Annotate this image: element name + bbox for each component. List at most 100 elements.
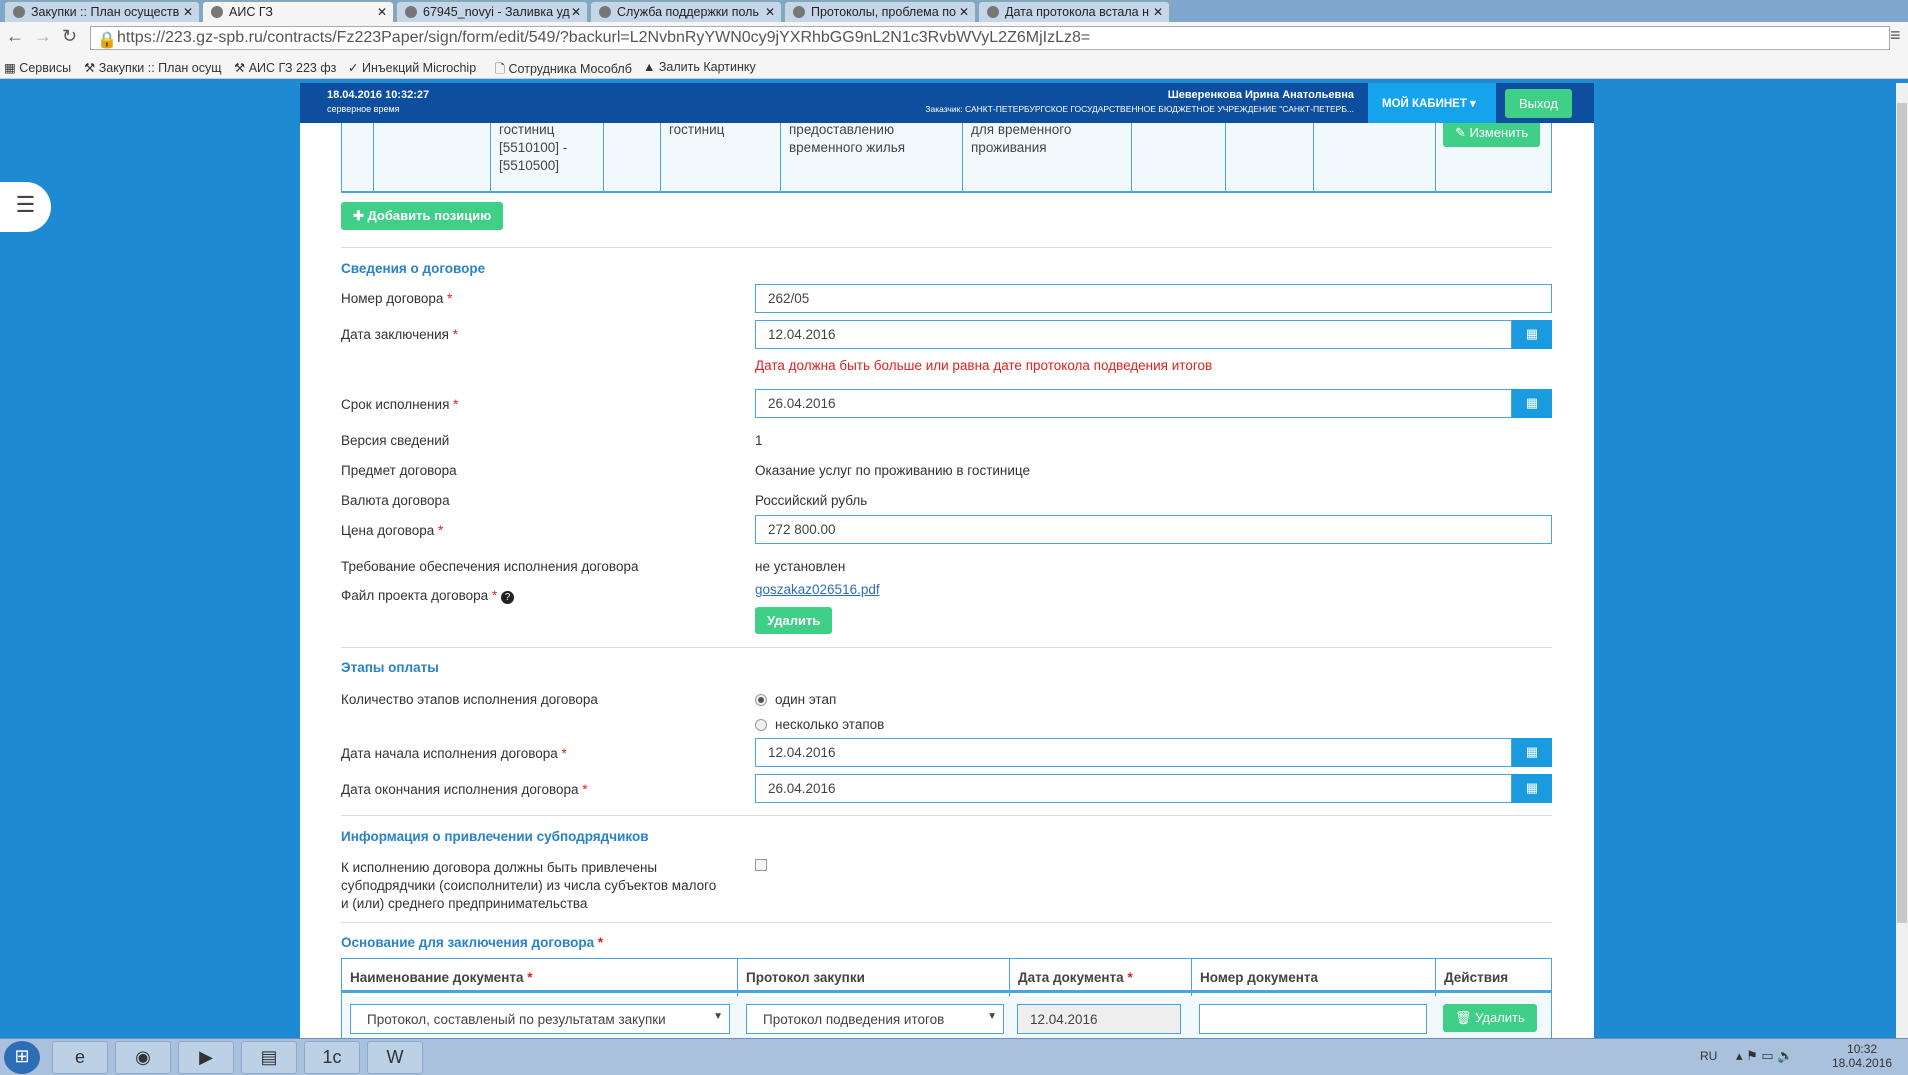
logout-button[interactable]: Выход xyxy=(1505,89,1572,118)
tab[interactable]: АИС ГЗ ✕ xyxy=(202,1,394,22)
contract-date-input[interactable]: 12.04.2016 xyxy=(755,320,1512,349)
section-title: Этапы оплаты xyxy=(341,660,439,675)
radio-one-stage[interactable] xyxy=(755,694,767,706)
contract-file-link[interactable]: goszakaz026516.pdf xyxy=(755,582,880,597)
close-icon[interactable]: ✕ xyxy=(765,5,775,19)
tab-title: АИС ГЗ xyxy=(229,5,273,19)
delete-basis-button[interactable]: 🗑 Удалить xyxy=(1443,1004,1537,1032)
clock[interactable]: 10:32 18.04.2016 xyxy=(1832,1042,1892,1070)
bookmark[interactable]: ▲ Залить Картинку xyxy=(643,60,756,74)
add-label: Добавить позицию xyxy=(367,208,492,223)
bookmark-label: Залить Картинку xyxy=(658,60,756,74)
chrome-icon[interactable]: ◉ xyxy=(115,1041,171,1074)
tab[interactable]: Служба поддержки поль ✕ xyxy=(590,1,782,22)
bookmark-label: Сотрудника Мособлб xyxy=(508,62,632,76)
label: Версия сведений xyxy=(341,433,450,448)
calendar-icon[interactable]: ▦ xyxy=(1512,320,1552,349)
add-position-button[interactable]: ✚ Добавить позицию xyxy=(341,202,504,230)
document-number-input[interactable] xyxy=(1199,1004,1427,1034)
label: Валюта договора xyxy=(341,493,450,508)
currency-value: Российский рубль xyxy=(755,493,868,508)
subject-value: Оказание услуг по проживанию в гостинице xyxy=(755,463,1030,478)
form-content: Услуги гостиниц [5510100] - [5510500] Де… xyxy=(300,83,1594,1038)
favicon-icon xyxy=(599,6,611,18)
bookmark[interactable]: 🗋 Сотрудника Мособлб xyxy=(495,60,632,81)
section-title: Информация о привлечении субподрядчиков xyxy=(341,829,649,844)
word-icon[interactable]: W xyxy=(367,1041,423,1074)
back-icon[interactable]: ← xyxy=(6,26,24,47)
taskbar: ⊞ e ◉ ▶ ▤ 1c W RU ▴ ⚑ ▭ 🔊 10:32 18.04.201… xyxy=(0,1038,1908,1075)
divider xyxy=(341,647,1552,648)
end-date-input[interactable]: 26.04.2016 xyxy=(755,774,1512,803)
tab-title: 67945_novyi - Заливка уд xyxy=(423,5,570,19)
media-player-icon[interactable]: ▶ xyxy=(178,1041,234,1074)
label: Дата окончания исполнения договора * xyxy=(341,782,588,797)
close-icon[interactable]: ✕ xyxy=(1153,5,1163,19)
delete-file-button[interactable]: Удалить xyxy=(755,607,833,634)
section-title: Основание для заключения договора * xyxy=(341,935,604,950)
browser-tab-bar: Закупки :: План осуществ ✕ АИС ГЗ ✕ 67945_… xyxy=(0,0,1908,22)
lock-icon: 🔒 xyxy=(97,32,117,49)
tab-title: Протоколы, проблема по xyxy=(811,5,956,19)
bookmark-label: АИС ГЗ 223 фз xyxy=(248,61,337,75)
tab[interactable]: Дата протокола встала н ✕ xyxy=(978,1,1170,22)
radio-many-stages[interactable] xyxy=(755,719,767,731)
price-input[interactable]: 272 800.00 xyxy=(755,515,1552,544)
radio-label: несколько этапов xyxy=(775,717,885,732)
bookmark[interactable]: ▦ Сервисы xyxy=(4,60,71,75)
url-input[interactable]: 🔒 https://223.gz-spb.ru/contracts/Fz223Pa… xyxy=(90,26,1890,50)
tray-icons[interactable]: ▴ ⚑ ▭ 🔊 xyxy=(1736,1048,1793,1064)
label: Количество этапов исполнения договора xyxy=(341,692,598,707)
label: Требование обеспечения исполнения догово… xyxy=(341,559,639,574)
close-icon[interactable]: ✕ xyxy=(571,5,581,19)
edit-label: Изменить xyxy=(1469,125,1529,140)
calendar-icon[interactable]: ▦ xyxy=(1512,389,1552,418)
document-date-input[interactable]: 12.04.2016 xyxy=(1017,1004,1181,1034)
bookmark[interactable]: ✓ Инъекций Microchip xyxy=(348,60,476,75)
close-icon[interactable]: ✕ xyxy=(959,5,969,19)
contract-number-input[interactable]: 262/05 xyxy=(755,284,1552,313)
ie-icon[interactable]: e xyxy=(52,1041,108,1074)
basis-table: Наименование документа * Протокол закупк… xyxy=(341,958,1552,1038)
label: Дата начала исполнения договора * xyxy=(341,746,567,761)
divider xyxy=(341,247,1552,248)
edit-position-button[interactable]: ✎ Изменить xyxy=(1443,119,1541,147)
calendar-icon[interactable]: ▦ xyxy=(1512,774,1552,803)
term-input[interactable]: 26.04.2016 xyxy=(755,389,1512,418)
favicon-icon xyxy=(405,6,417,18)
label: Номер договора * xyxy=(341,291,453,306)
user-name: Шеверенкова Ирина Анатольевна xyxy=(1167,89,1354,101)
tab[interactable]: Протоколы, проблема по ✕ xyxy=(784,1,976,22)
my-cabinet-dropdown[interactable]: МОЙ КАБИНЕТ ▾ xyxy=(1368,83,1496,123)
close-icon[interactable]: ✕ xyxy=(183,5,193,19)
1c-icon[interactable]: 1c xyxy=(304,1041,360,1074)
tab[interactable]: 67945_novyi - Заливка уд ✕ xyxy=(396,1,588,22)
calendar-icon[interactable]: ▦ xyxy=(1512,738,1552,767)
language-indicator[interactable]: RU xyxy=(1700,1049,1717,1063)
protocol-select[interactable]: Протокол подведения итогов ▼ xyxy=(746,1004,1004,1034)
subcontractors-checkbox[interactable] xyxy=(755,859,767,871)
reload-icon[interactable]: ↻ xyxy=(62,26,77,47)
section-title: Сведения о договоре xyxy=(341,261,486,276)
scrollbar[interactable] xyxy=(1896,83,1908,1038)
archive-icon[interactable]: ▤ xyxy=(241,1041,297,1074)
server-datetime: 18.04.2016 10:32:27 xyxy=(327,89,430,101)
label: Цена договора * xyxy=(341,523,444,538)
divider xyxy=(341,815,1552,816)
positions-table-row: Услуги гостиниц [5510100] - [5510500] Де… xyxy=(341,103,1552,193)
start-date-input[interactable]: 12.04.2016 xyxy=(755,738,1512,767)
menu-icon[interactable]: ≡ xyxy=(1890,25,1901,46)
customer-name: Заказчик: САНКТ-ПЕТЕРБУРГСКОЕ ГОСУДАРСТВ… xyxy=(925,104,1354,114)
favicon-icon xyxy=(13,6,25,18)
server-time-label: серверное время xyxy=(327,104,400,114)
start-button-icon[interactable]: ⊞ xyxy=(4,1041,40,1074)
bookmark[interactable]: ⚒ АИС ГЗ 223 фз xyxy=(234,60,336,75)
sidebar-toggle-icon[interactable]: ☰ xyxy=(0,182,51,232)
close-icon[interactable]: ✕ xyxy=(377,5,387,19)
document-select[interactable]: Протокол, составленый по результатам зак… xyxy=(350,1004,730,1034)
tab-title: Служба поддержки поль xyxy=(617,5,759,19)
forward-icon[interactable]: → xyxy=(34,26,52,47)
url-text: https://223.gz-spb.ru/contracts/Fz223Pap… xyxy=(117,29,1091,46)
tab[interactable]: Закупки :: План осуществ ✕ xyxy=(4,1,200,22)
bookmark[interactable]: ⚒ Закупки :: План осущ xyxy=(84,60,222,75)
